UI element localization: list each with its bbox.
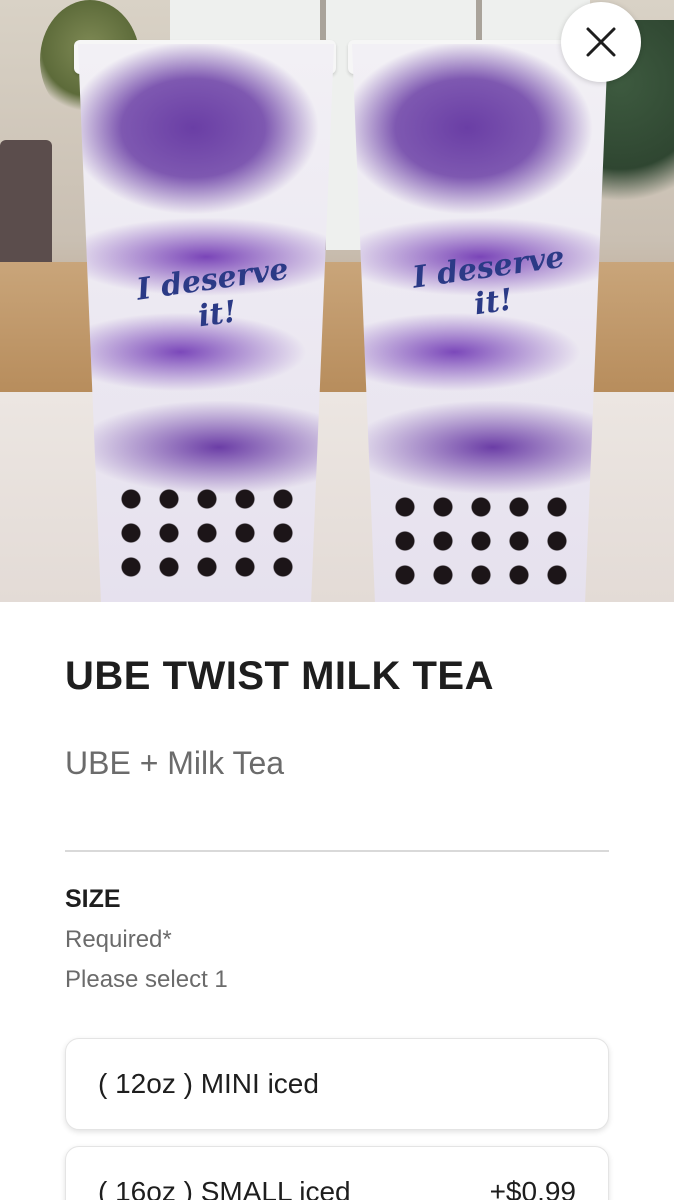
item-description: UBE + Milk Tea	[65, 745, 285, 781]
size-option-small[interactable]: ( 16oz ) SMALL iced +$0.99	[65, 1146, 609, 1200]
divider	[65, 850, 609, 852]
item-title: UBE TWIST MILK TEA	[65, 654, 494, 698]
size-heading: SIZE	[65, 885, 121, 913]
required-label: Required*	[65, 926, 172, 953]
background-bin	[0, 140, 52, 270]
option-label: ( 12oz ) MINI iced	[98, 1068, 319, 1099]
option-price: +$0.99	[489, 1176, 576, 1200]
tapioca-pearls	[112, 482, 302, 582]
product-image: I deserve it! I deserve it!	[0, 0, 674, 602]
option-label: ( 16oz ) SMALL iced	[98, 1176, 351, 1200]
close-icon	[586, 27, 616, 57]
size-option-mini[interactable]: ( 12oz ) MINI iced	[65, 1038, 609, 1130]
close-button[interactable]	[561, 2, 641, 82]
tapioca-pearls	[386, 490, 576, 590]
selection-instruction: Please select 1	[65, 966, 228, 993]
